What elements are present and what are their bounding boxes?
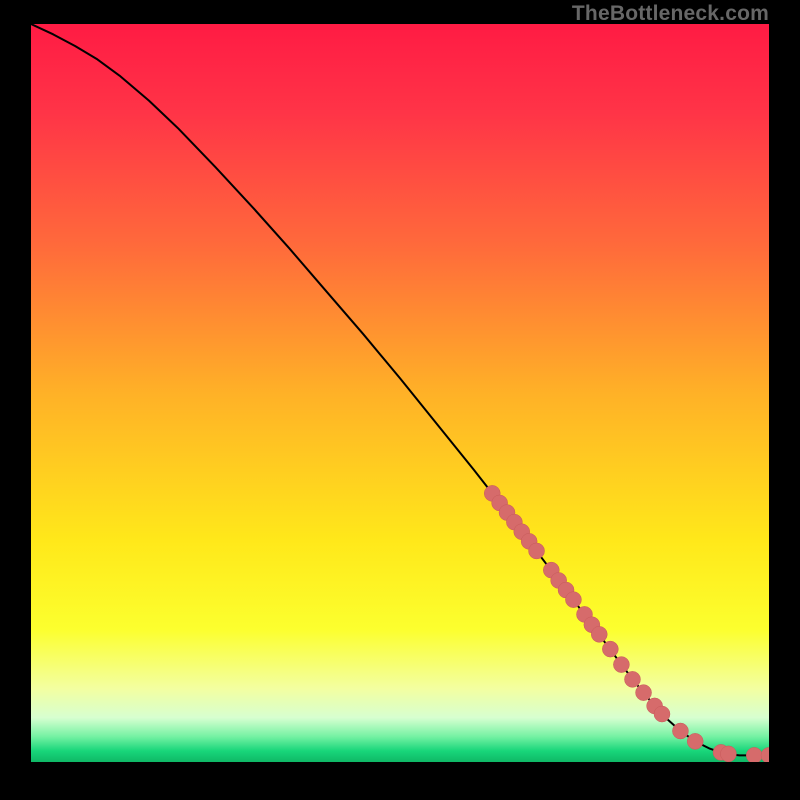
data-point-marker — [746, 747, 762, 762]
data-point-marker — [565, 592, 581, 608]
data-point-marker — [654, 706, 670, 722]
data-point-marker — [672, 723, 688, 739]
data-point-marker — [613, 657, 629, 673]
data-point-marker — [687, 733, 703, 749]
plot-background — [31, 24, 769, 762]
data-point-marker — [591, 626, 607, 642]
chart-stage: TheBottleneck.com — [0, 0, 800, 800]
data-point-marker — [636, 685, 652, 701]
data-point-marker — [602, 641, 618, 657]
data-point-marker — [529, 543, 545, 559]
data-point-marker — [720, 746, 736, 762]
attribution-text: TheBottleneck.com — [572, 2, 769, 26]
data-point-marker — [624, 671, 640, 687]
chart-plot — [31, 24, 769, 762]
